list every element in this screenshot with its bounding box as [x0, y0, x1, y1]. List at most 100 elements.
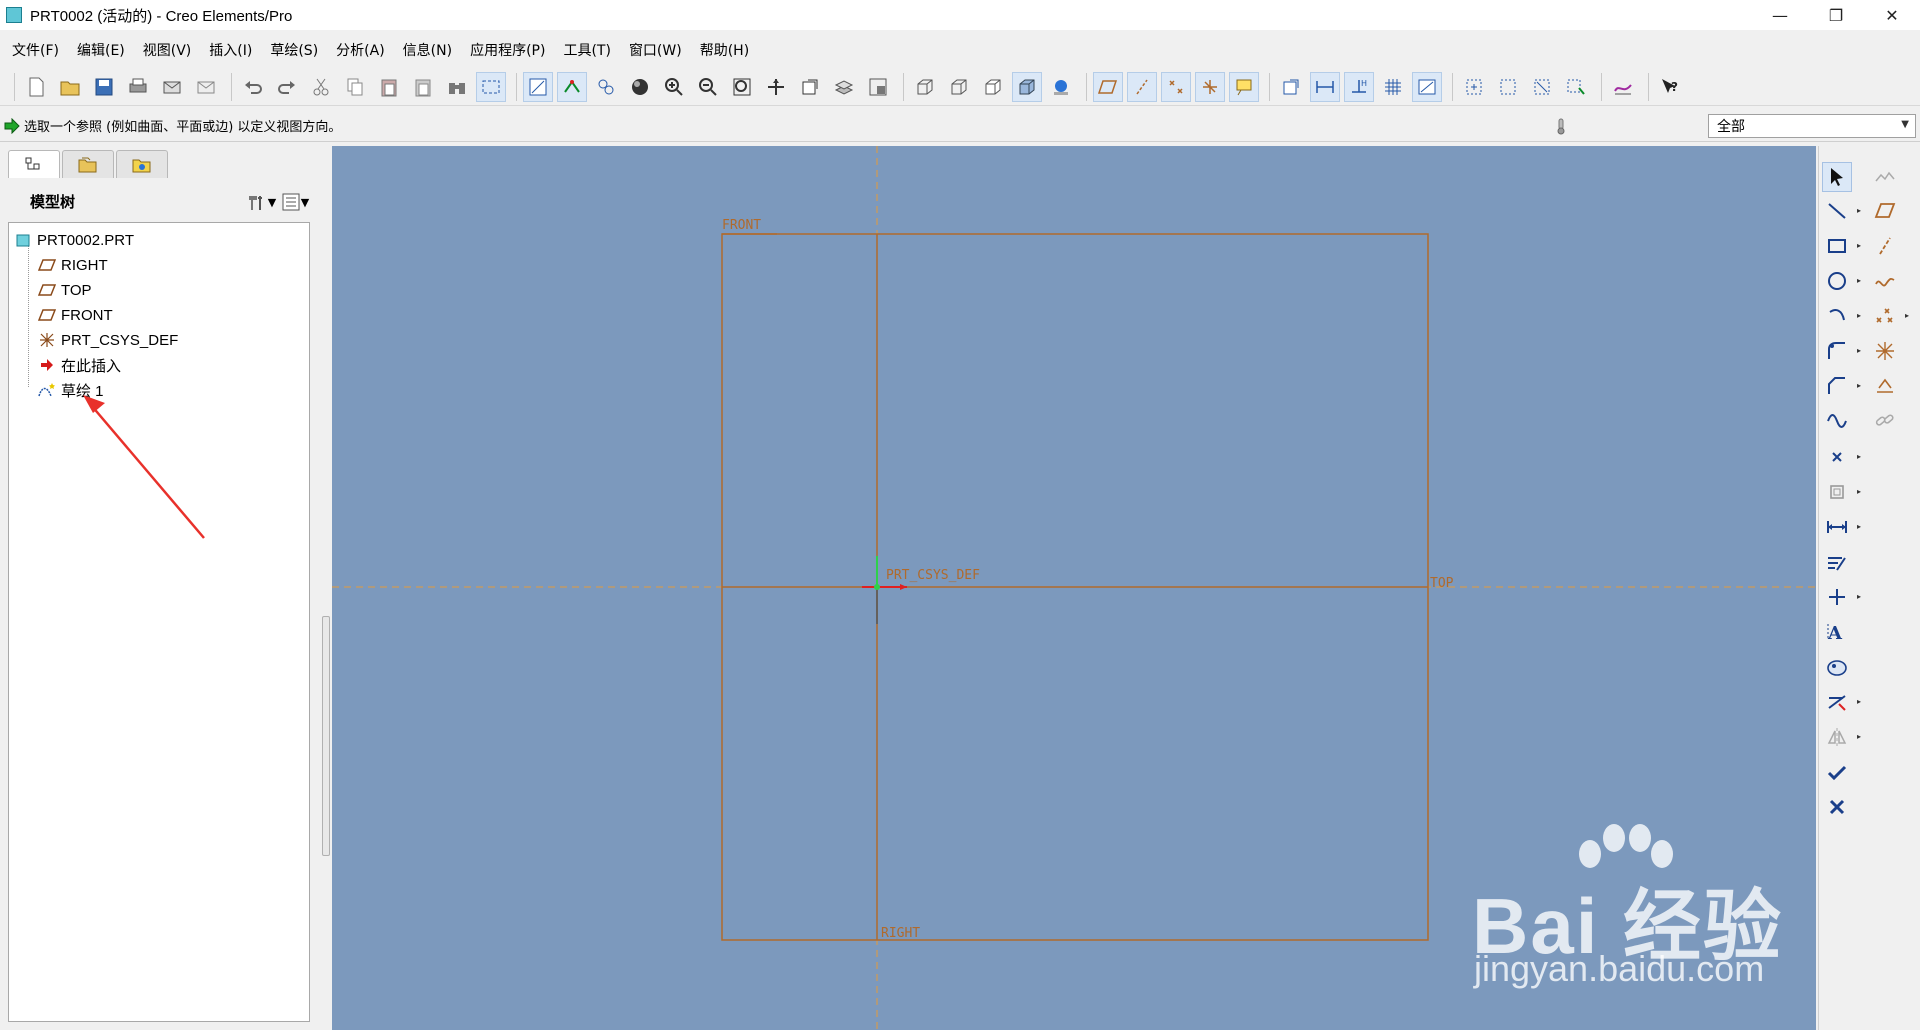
rectangle-tool-button[interactable]	[1822, 231, 1852, 261]
zoom-in-button[interactable]	[659, 72, 689, 102]
menu-info[interactable]: 信息(N)	[395, 40, 460, 60]
tab-favorites[interactable]	[116, 150, 168, 178]
shaded-button[interactable]	[1012, 71, 1042, 102]
save-button[interactable]	[89, 72, 119, 102]
modify-tool-button[interactable]	[1822, 547, 1852, 577]
analysis-feature-button[interactable]	[1870, 371, 1900, 401]
tab-model-tree[interactable]	[8, 150, 60, 178]
arc-tool-button[interactable]	[1822, 301, 1852, 331]
menu-analysis[interactable]: 分析(A)	[328, 40, 393, 60]
saved-views-button[interactable]	[795, 72, 825, 102]
menu-tools[interactable]: 工具(T)	[555, 40, 618, 60]
no-hidden-button[interactable]	[978, 72, 1008, 102]
refit-button[interactable]	[727, 72, 757, 102]
grid-display-button[interactable]	[1378, 72, 1408, 102]
tree-show-button[interactable]: ▼	[278, 190, 312, 214]
restore-button[interactable]: ❐	[1808, 0, 1864, 30]
cut-button[interactable]	[306, 72, 336, 102]
regenerate-button[interactable]	[442, 72, 472, 102]
open-file-button[interactable]	[55, 72, 85, 102]
enhanced-realism-button[interactable]	[1046, 72, 1076, 102]
menu-file[interactable]: 文件(F)	[4, 40, 67, 60]
dimension-tool-button[interactable]	[1822, 512, 1852, 542]
minimize-button[interactable]: —	[1752, 0, 1808, 30]
menu-edit[interactable]: 编辑(E)	[69, 40, 133, 60]
reorient-button[interactable]	[761, 72, 791, 102]
menu-insert[interactable]: 插入(I)	[201, 40, 260, 60]
palette-shapes-button[interactable]	[1822, 652, 1852, 682]
undo-button[interactable]	[238, 72, 268, 102]
chain-button[interactable]	[1870, 406, 1900, 436]
mirror-tool-button[interactable]	[1822, 722, 1852, 752]
menu-view[interactable]: 视图(V)	[135, 40, 200, 60]
paste-special-button[interactable]	[408, 72, 438, 102]
wireframe-button[interactable]	[910, 72, 940, 102]
point-reference-button[interactable]	[1870, 301, 1900, 331]
copy-button[interactable]	[340, 72, 370, 102]
constraint-tool-button[interactable]	[1822, 582, 1852, 612]
paste-button[interactable]	[374, 72, 404, 102]
sketch-canvas[interactable]: FRONT TOP RIGHT PRT_CSYS_DEF	[332, 146, 1816, 1030]
tree-settings-button[interactable]: ▼	[244, 190, 278, 214]
tree-item-top[interactable]: TOP	[37, 279, 92, 301]
datum-points-toggle[interactable]	[1161, 71, 1191, 102]
tree-item-front[interactable]: FRONT	[37, 304, 113, 326]
deselect-button[interactable]	[1527, 72, 1557, 102]
print-button[interactable]	[123, 72, 153, 102]
circle-tool-button[interactable]	[1822, 266, 1852, 296]
spline-tool-button[interactable]	[1822, 406, 1852, 436]
constraint-toggle-button[interactable]: H	[1344, 71, 1374, 102]
text-tool-button[interactable]: A	[1822, 617, 1852, 647]
annotations-toggle[interactable]	[1229, 71, 1259, 102]
offset-tool-button[interactable]	[1822, 477, 1852, 507]
palette-button[interactable]	[1870, 162, 1900, 192]
zoom-out-button[interactable]	[693, 72, 723, 102]
accept-sketch-button[interactable]	[1822, 758, 1852, 788]
select-chain-button[interactable]	[1493, 72, 1523, 102]
sketch-orientation-button[interactable]	[1276, 72, 1306, 102]
tree-item-insert-here[interactable]: 在此插入	[37, 354, 121, 376]
chamfer-tool-button[interactable]	[1822, 371, 1852, 401]
axis-reference-button[interactable]	[1870, 231, 1900, 261]
shading-button[interactable]	[625, 72, 655, 102]
vertex-toggle-button[interactable]	[1412, 71, 1442, 102]
view-manager-button[interactable]	[863, 72, 893, 102]
select-tool-button[interactable]	[1822, 162, 1852, 192]
csys-toggle[interactable]	[1195, 71, 1225, 102]
plane-reference-button[interactable]	[1870, 196, 1900, 226]
fillet-tool-button[interactable]	[1822, 336, 1852, 366]
close-button[interactable]: ✕	[1864, 0, 1920, 30]
datum-planes-toggle[interactable]	[1093, 71, 1123, 102]
graphics-viewport[interactable]: FRONT TOP RIGHT PRT_CSYS_DEF	[332, 146, 1816, 1030]
email-link-button[interactable]	[191, 72, 221, 102]
datum-axes-toggle[interactable]	[1127, 71, 1157, 102]
menu-applications[interactable]: 应用程序(P)	[462, 40, 553, 60]
email-button[interactable]	[157, 72, 187, 102]
layers-button[interactable]	[829, 72, 859, 102]
tab-folder-browser[interactable]	[62, 150, 114, 178]
tree-item-right[interactable]: RIGHT	[37, 254, 108, 276]
point-tool-button[interactable]	[1822, 442, 1852, 472]
trim-tool-button[interactable]	[1822, 687, 1852, 717]
menu-sketch[interactable]: 草绘(S)	[262, 40, 326, 60]
redo-button[interactable]	[272, 72, 302, 102]
new-file-button[interactable]	[21, 72, 51, 102]
vertex-display-button[interactable]	[591, 72, 621, 102]
select-filter-button[interactable]	[1561, 72, 1591, 102]
selection-box-button[interactable]	[476, 71, 506, 102]
sketch-view-button[interactable]	[523, 71, 553, 102]
menu-help[interactable]: 帮助(H)	[692, 40, 757, 60]
panel-sash[interactable]	[322, 616, 330, 856]
hidden-line-button[interactable]	[944, 72, 974, 102]
curve-reference-button[interactable]	[1870, 266, 1900, 296]
select-all-button[interactable]	[1459, 72, 1489, 102]
analysis-button[interactable]	[1608, 72, 1638, 102]
tree-item-csys[interactable]: PRT_CSYS_DEF	[37, 329, 178, 351]
line-tool-button[interactable]	[1822, 196, 1852, 226]
csys-reference-button[interactable]	[1870, 336, 1900, 366]
cancel-sketch-button[interactable]	[1822, 792, 1852, 822]
dimension-display-button[interactable]	[1310, 71, 1340, 102]
constraint-display-button[interactable]	[557, 71, 587, 102]
selection-filter-select[interactable]: 全部 ▼	[1708, 114, 1916, 138]
menu-window[interactable]: 窗口(W)	[621, 40, 690, 60]
